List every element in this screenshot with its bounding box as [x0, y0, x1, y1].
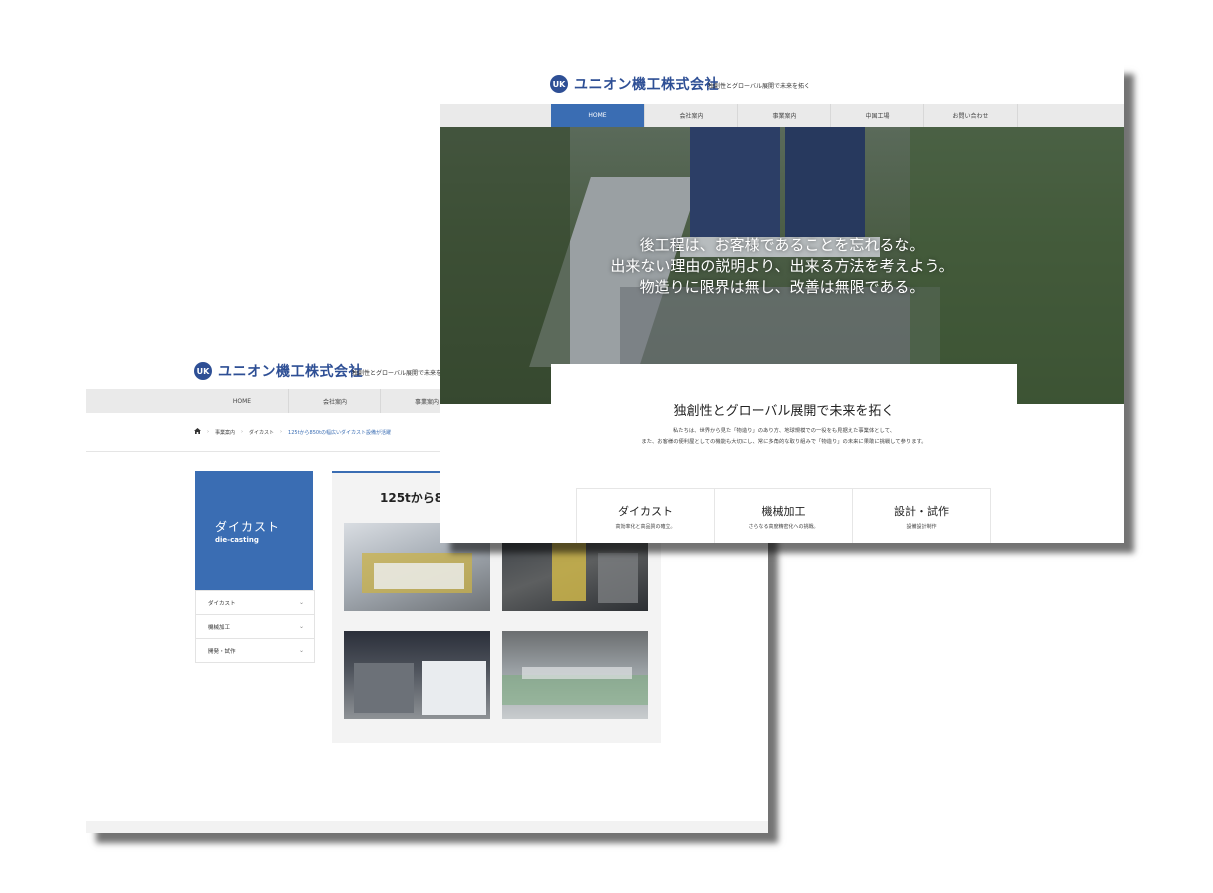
nav-home[interactable]: HOME	[551, 104, 644, 127]
intro-line: 私たちは、世界から見た「物造り」のあり方、地球規模での一役をも見据えた事業体とし…	[672, 428, 896, 434]
chevron-down-icon: ⌄	[298, 647, 304, 654]
site-header: UK ユニオン機工株式会社 独創性とグローバル展開で未来を拓く	[440, 64, 1124, 104]
logo[interactable]: UK ユニオン機工株式会社	[194, 361, 363, 381]
sidebar-item-label: 機械加工	[208, 624, 231, 631]
service-desc: 設備設計制作	[906, 524, 937, 530]
logo-mark-icon: UK	[194, 362, 212, 380]
nav-business[interactable]: 事業案内	[737, 104, 831, 127]
nav-contact[interactable]: お問い合わせ	[923, 104, 1018, 127]
nav-china-factory[interactable]: 中国工場	[830, 104, 924, 127]
breadcrumb-separator: ›	[207, 429, 209, 435]
sidebar-item-die-casting[interactable]: ダイカスト ⌄	[196, 590, 314, 614]
intro-title: 独創性とグローバル展開で未来を拓く	[673, 404, 895, 419]
intro-body: 私たちは、世界から見た「物造り」のあり方、地球規模での一役をも見据えた事業体とし…	[551, 426, 1017, 448]
breadcrumb-separator: ›	[280, 429, 283, 435]
company-name: ユニオン機工株式会社	[218, 364, 363, 380]
home-icon[interactable]	[194, 428, 201, 436]
factory-photo-3	[344, 631, 490, 719]
hero-line: 物造りに限界は無し、改善は無限である。	[639, 278, 925, 296]
sidebar-item-label: 開発・試作	[208, 648, 236, 655]
sidebar-title: ダイカスト	[215, 520, 281, 534]
service-desc: 高効率化と高品質の確立。	[615, 524, 676, 530]
logo[interactable]: UK ユニオン機工株式会社	[550, 74, 719, 94]
intro-section: 独創性とグローバル展開で未来を拓く 私たちは、世界から見た「物造り」のあり方、地…	[551, 364, 1017, 462]
sidebar-item-machining[interactable]: 機械加工 ⌄	[196, 614, 314, 638]
service-card-design[interactable]: 設計・試作 設備設計制作	[853, 489, 990, 543]
factory-photo-4	[502, 631, 648, 719]
service-title: ダイカスト	[618, 505, 673, 518]
logo-mark-icon: UK	[550, 75, 568, 93]
main-nav: HOME 会社案内 事業案内 中国工場 お問い合わせ	[440, 104, 1124, 127]
service-title: 設計・試作	[894, 505, 949, 518]
nav-home[interactable]: HOME	[196, 389, 288, 413]
service-card-die-casting[interactable]: ダイカスト 高効率化と高品質の確立。	[577, 489, 715, 543]
service-card-machining[interactable]: 機械加工 さらなる高度精密化への挑戦。	[715, 489, 853, 543]
hero-aerial-photo: 後工程は、お客様であることを忘れるな。 出来ない理由の説明より、出来る方法を考え…	[440, 127, 1124, 404]
nav-company[interactable]: 会社案内	[288, 389, 381, 413]
services-list: ダイカスト 高効率化と高品質の確立。 機械加工 さらなる高度精密化への挑戦。 設…	[576, 488, 991, 543]
chevron-down-icon: ⌄	[298, 623, 304, 630]
intro-line: また、お客様の便利屋としての機能も大切にし、常に多角的な取り組みで「物造り」の未…	[641, 439, 927, 445]
hero-motto: 後工程は、お客様であることを忘れるな。 出来ない理由の説明より、出来る方法を考え…	[440, 235, 1124, 298]
sidebar-item-label: ダイカスト	[208, 600, 236, 607]
breadcrumb-current: 125tから850tの幅広いダイカスト設備が活躍	[288, 429, 392, 436]
sidebar-item-development[interactable]: 開発・試作 ⌄	[196, 638, 314, 662]
sidebar-subtitle: die-casting	[215, 536, 259, 544]
front-page-screenshot: UK ユニオン機工株式会社 独創性とグローバル展開で未来を拓く HOME 会社案…	[440, 64, 1124, 543]
sidebar-menu: ダイカスト ⌄ 機械加工 ⌄ 開発・試作 ⌄	[195, 590, 315, 663]
tagline: 独創性とグローバル展開で未来を拓く	[352, 370, 454, 377]
service-desc: さらなる高度精密化への挑戦。	[748, 524, 819, 530]
breadcrumb-separator: ›	[241, 429, 244, 435]
company-name: ユニオン機工株式会社	[574, 77, 719, 93]
sidebar-header: ダイカスト die-casting	[195, 471, 313, 590]
hero-line: 出来ない理由の説明より、出来る方法を考えよう。	[610, 257, 954, 275]
footer-band	[86, 821, 768, 833]
breadcrumb-item[interactable]: ダイカスト	[249, 429, 274, 436]
breadcrumb-item[interactable]: 事業案内	[215, 429, 235, 436]
hero-line: 後工程は、お客様であることを忘れるな。	[639, 236, 925, 254]
nav-company[interactable]: 会社案内	[644, 104, 738, 127]
tagline: 独創性とグローバル展開で未来を拓く	[708, 83, 810, 90]
service-title: 機械加工	[761, 505, 806, 518]
chevron-down-icon: ⌄	[298, 599, 304, 606]
breadcrumb: › 事業案内 › ダイカスト › 125tから850tの幅広いダイカスト設備が活…	[194, 428, 391, 436]
